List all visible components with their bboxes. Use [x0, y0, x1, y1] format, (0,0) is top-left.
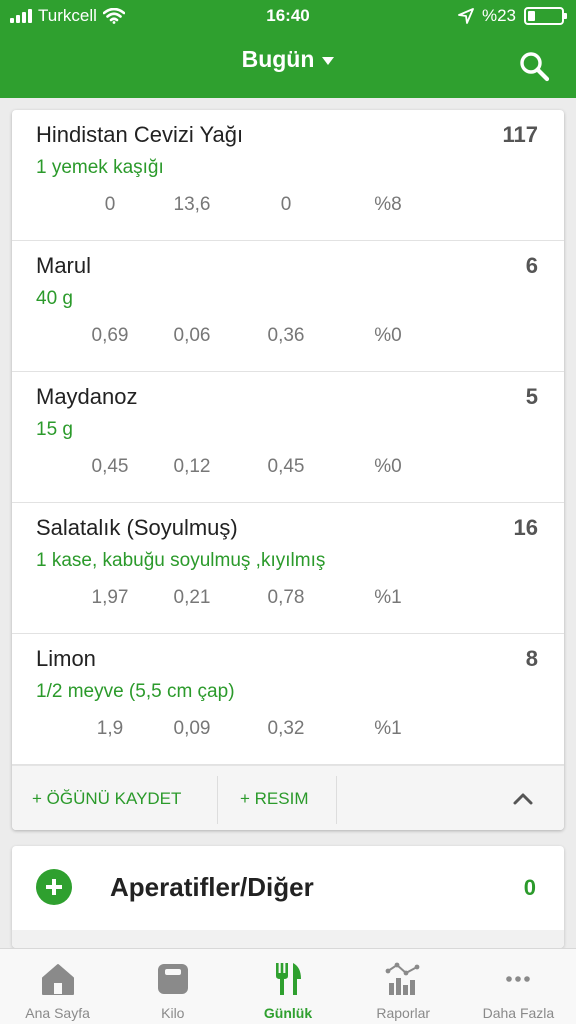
caret-down-icon — [322, 56, 335, 65]
meal-section-title: Aperatifler/Diğer — [110, 872, 314, 902]
chart-icon — [385, 962, 420, 995]
nutrient-value: 0 — [104, 194, 116, 215]
scale-icon — [157, 964, 188, 994]
nutrient-value: %1 — [374, 718, 402, 739]
save-meal-button[interactable]: + ÖĞÜNÜ KAYDET — [32, 766, 181, 830]
date-selector[interactable]: Bugün — [0, 46, 576, 73]
food-calories: 117 — [502, 122, 539, 147]
food-row[interactable]: Limon 1/2 meyve (5,5 cm çap) 8 1,9 0,09 … — [12, 634, 564, 765]
status-bar: Turkcell 16:40 %23 — [0, 0, 576, 34]
nutrient-value: %0 — [374, 456, 402, 477]
battery-percent: %23 — [481, 6, 516, 25]
food-name: Maydanoz — [36, 384, 138, 409]
home-icon — [41, 964, 74, 995]
food-amount: 40 g — [36, 288, 73, 309]
location-arrow-icon — [458, 8, 474, 24]
tab-diary[interactable]: Günlük — [230, 949, 345, 1024]
add-photo-button[interactable]: + RESIM — [240, 766, 309, 830]
food-name: Limon — [36, 646, 96, 671]
food-row[interactable]: Marul 40 g 6 0,69 0,06 0,36 %0 — [12, 241, 564, 372]
nutrient-value: 1,97 — [91, 587, 129, 608]
chevron-up-icon[interactable] — [508, 784, 538, 814]
add-snack-button[interactable] — [36, 869, 72, 905]
meal-actions: + ÖĞÜNÜ KAYDET + RESIM — [12, 765, 564, 830]
tab-label: Kilo — [161, 1005, 185, 1021]
nutrient-value: 0 — [280, 194, 292, 215]
food-name: Salatalık (Soyulmuş) — [36, 515, 238, 540]
nutrient-value: 0,45 — [91, 456, 129, 477]
page-title: Bugün — [241, 46, 315, 72]
food-amount: 1 yemek kaşığı — [36, 157, 164, 178]
nutrient-value: %0 — [374, 325, 402, 346]
nutrient-value: 0,78 — [267, 587, 305, 608]
card-footer — [12, 930, 564, 948]
food-calories: 5 — [525, 384, 538, 409]
food-calories: 8 — [525, 646, 538, 671]
top-bar: Turkcell 16:40 %23 Bugün — [0, 0, 576, 98]
food-amount: 1/2 meyve (5,5 cm çap) — [36, 681, 235, 702]
tab-label: Günlük — [263, 1005, 313, 1021]
more-icon — [506, 976, 531, 982]
tab-label: Daha Fazla — [482, 1005, 555, 1021]
tab-label: Ana Sayfa — [25, 1005, 90, 1021]
nutrient-value: 0,06 — [173, 325, 211, 346]
bottom-nav: Ana Sayfa Kilo Günlük Raporlar Daha Fazl… — [0, 948, 576, 1024]
food-name: Marul — [36, 253, 92, 278]
tab-home[interactable]: Ana Sayfa — [0, 949, 115, 1024]
nutrient-value: %8 — [374, 194, 402, 215]
nutrient-value: 0,09 — [173, 718, 211, 739]
nutrient-value: 0,21 — [173, 587, 211, 608]
nutrient-value: 0,45 — [267, 456, 305, 477]
nutrient-value: 0,36 — [267, 325, 305, 346]
nutrient-value: 1,9 — [96, 718, 124, 739]
food-name: Hindistan Cevizi Yağı — [36, 122, 244, 147]
tab-weight[interactable]: Kilo — [115, 949, 230, 1024]
divider — [217, 776, 218, 824]
food-amount: 1 kase, kabuğu soyulmuş ,kıyılmış — [36, 550, 326, 571]
tab-label: Raporlar — [376, 1005, 431, 1021]
tab-more[interactable]: Daha Fazla — [461, 949, 576, 1024]
nutrient-value: 0,69 — [91, 325, 129, 346]
battery-icon — [524, 7, 567, 25]
meal-card: Hindistan Cevizi Yağı 1 yemek kaşığı 117… — [12, 110, 564, 830]
food-row[interactable]: Hindistan Cevizi Yağı 1 yemek kaşığı 117… — [12, 110, 564, 241]
nutrient-value: 0,32 — [267, 718, 305, 739]
nutrient-value: %1 — [374, 587, 402, 608]
meal-calories: 0 — [523, 875, 536, 900]
fork-knife-icon — [276, 963, 301, 995]
snacks-card: Aperatifler/Diğer 0 — [12, 846, 564, 948]
nutrient-value: 0,12 — [173, 456, 211, 477]
nutrient-value: 13,6 — [173, 194, 211, 215]
food-calories: 16 — [513, 515, 538, 540]
food-calories: 6 — [525, 253, 538, 278]
status-right: %23 — [458, 6, 567, 26]
food-amount: 15 g — [36, 419, 73, 440]
divider — [336, 776, 337, 824]
food-row[interactable]: Salatalık (Soyulmuş) 1 kase, kabuğu soyu… — [12, 503, 564, 634]
food-row[interactable]: Maydanoz 15 g 5 0,45 0,12 0,45 %0 — [12, 372, 564, 503]
search-icon[interactable] — [518, 50, 550, 82]
tab-reports[interactable]: Raporlar — [346, 949, 461, 1024]
